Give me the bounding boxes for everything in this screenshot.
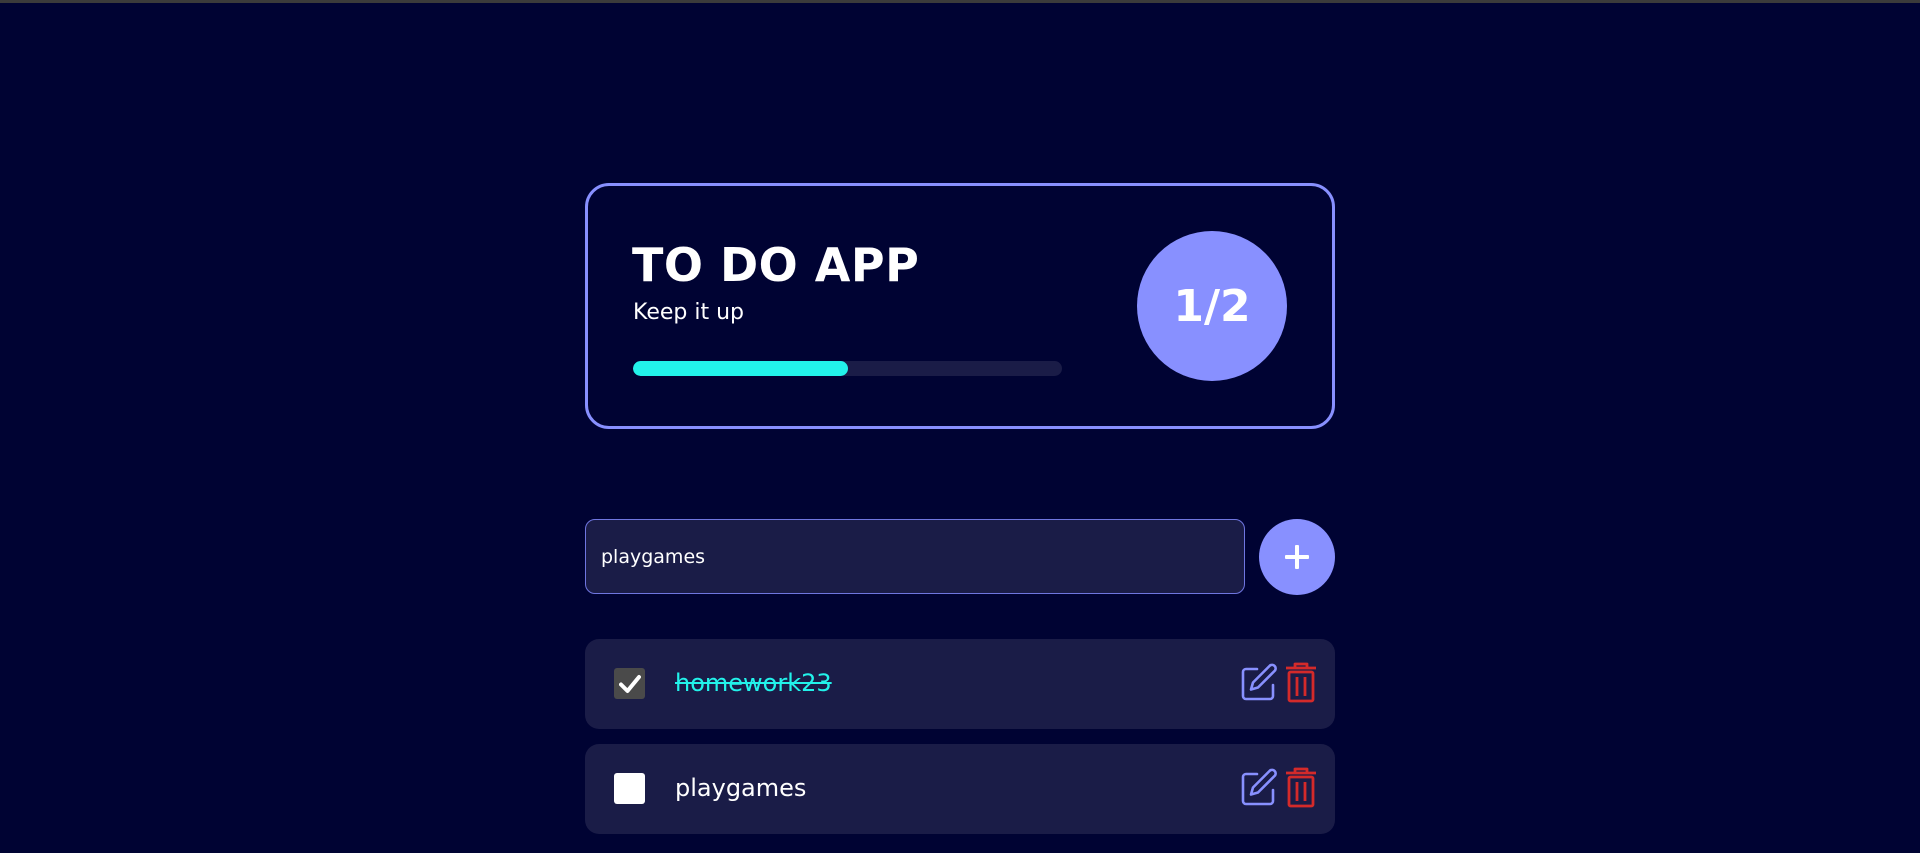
todo-list: homework23 playgames bbox=[585, 639, 1335, 849]
todo-text: playgames bbox=[675, 774, 807, 802]
app-title: TO DO APP bbox=[632, 238, 920, 292]
todo-item: homework23 bbox=[585, 639, 1335, 729]
edit-button[interactable] bbox=[1240, 662, 1278, 702]
todo-checkbox[interactable] bbox=[614, 668, 645, 699]
todo-checkbox[interactable] bbox=[614, 773, 645, 804]
progress-bar bbox=[633, 361, 1062, 376]
encouragement-text: Keep it up bbox=[633, 300, 744, 325]
trash-icon bbox=[1286, 662, 1316, 703]
stats-card: TO DO APP Keep it up 1/2 bbox=[585, 183, 1335, 429]
todo-text: homework23 bbox=[675, 669, 832, 697]
add-task-form bbox=[585, 519, 1335, 595]
edit-button[interactable] bbox=[1240, 767, 1278, 807]
app-container: TO DO APP Keep it up 1/2 homework23 play… bbox=[585, 183, 1335, 834]
plus-icon bbox=[1285, 545, 1309, 569]
delete-button[interactable] bbox=[1284, 661, 1318, 703]
checkmark-icon bbox=[618, 674, 641, 693]
delete-button[interactable] bbox=[1284, 766, 1318, 808]
task-input[interactable] bbox=[585, 519, 1245, 594]
edit-icon bbox=[1241, 663, 1277, 701]
window-top-border bbox=[0, 0, 1920, 3]
todo-item: playgames bbox=[585, 744, 1335, 834]
add-task-button[interactable] bbox=[1259, 519, 1335, 595]
trash-icon bbox=[1286, 767, 1316, 808]
completed-counter: 1/2 bbox=[1137, 231, 1287, 381]
progress-bar-fill bbox=[633, 361, 848, 376]
edit-icon bbox=[1241, 768, 1277, 806]
